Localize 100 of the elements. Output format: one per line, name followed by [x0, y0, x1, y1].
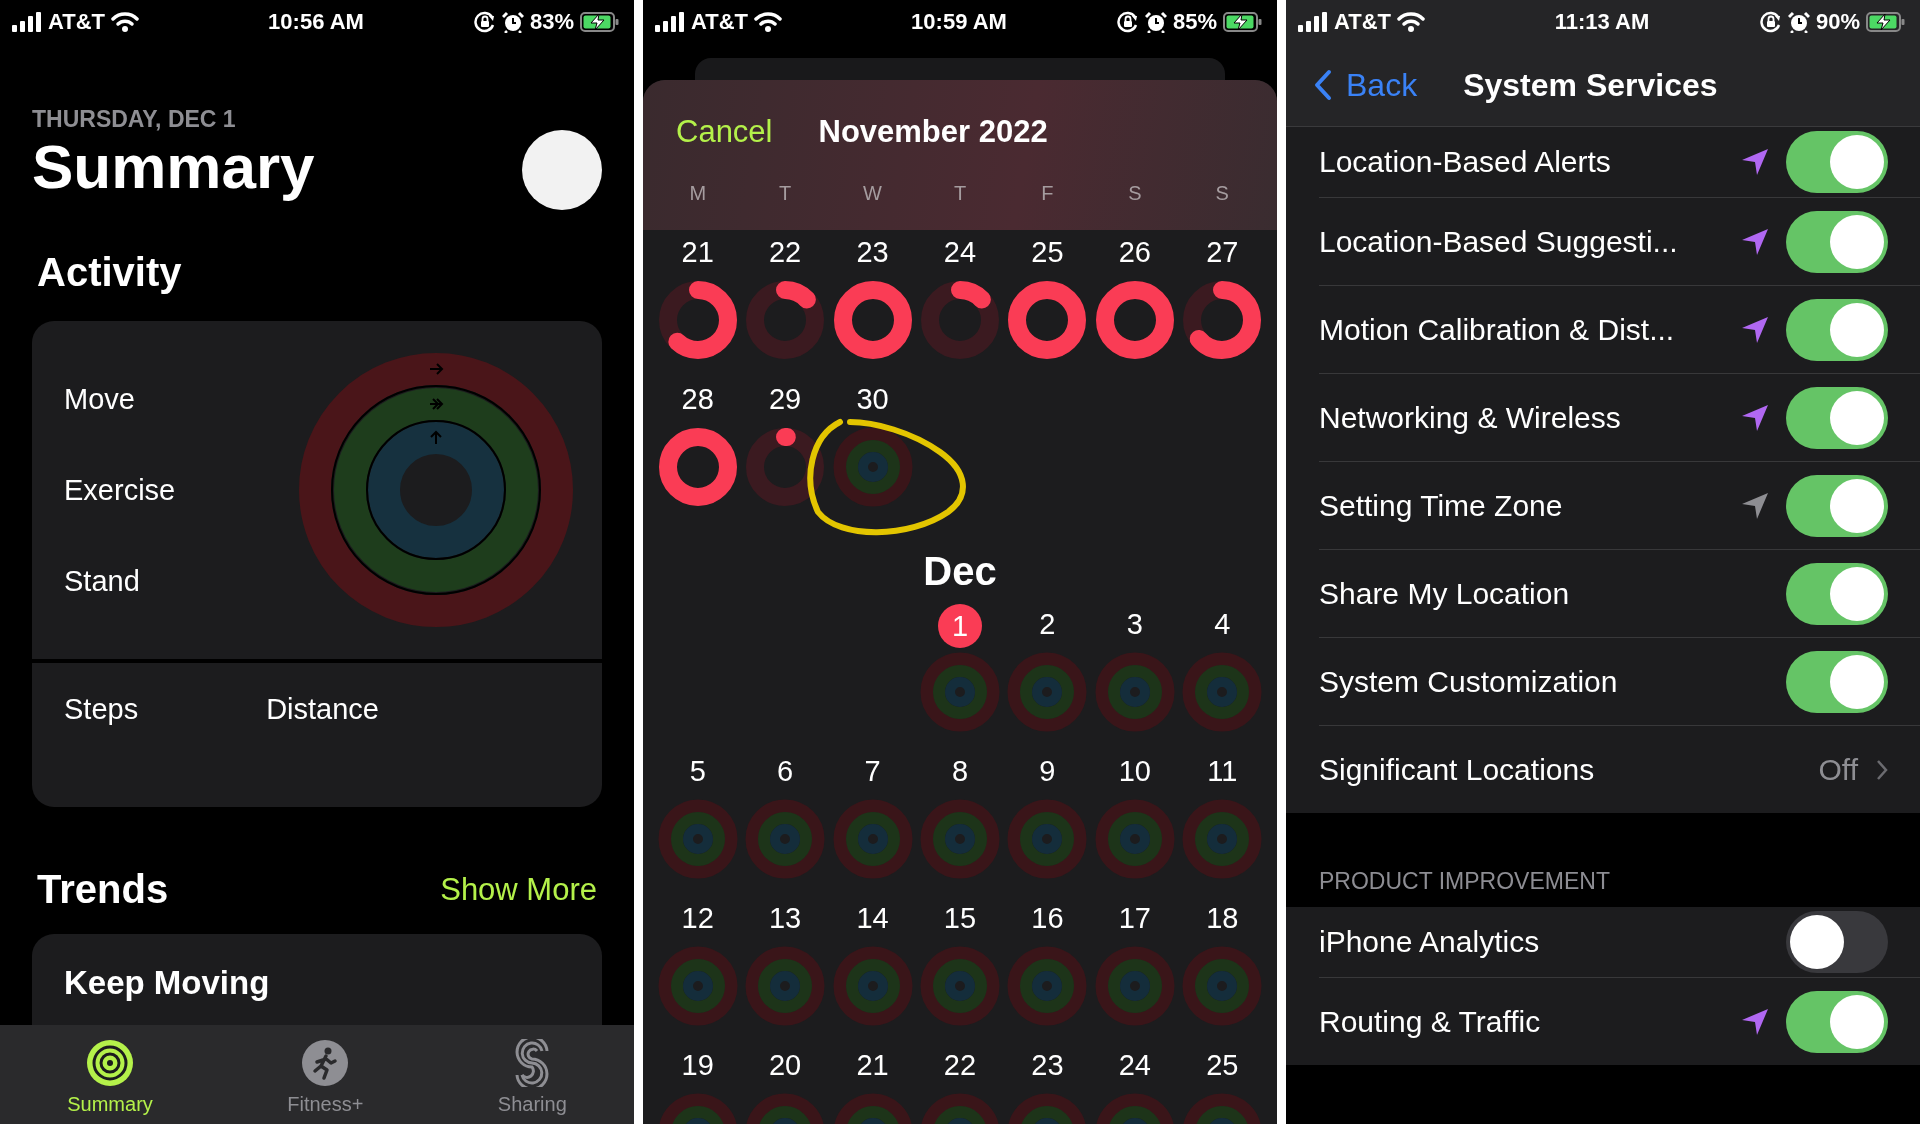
screen-title: System Services: [1463, 66, 1718, 104]
date-label: THURSDAY, DEC 1: [32, 106, 237, 133]
day-number[interactable]: 4: [1200, 604, 1245, 644]
day-number[interactable]: 14: [850, 898, 895, 938]
signal-icon: [655, 12, 685, 32]
move-ring-icon: [657, 280, 738, 360]
weekday-label: T: [953, 182, 967, 205]
day-number[interactable]: 24: [1112, 1045, 1157, 1085]
move-ring-icon: [920, 280, 1000, 360]
day-number[interactable]: 17: [1112, 898, 1157, 938]
day-number[interactable]: 20: [763, 1045, 808, 1085]
day-number[interactable]: 28: [675, 379, 720, 419]
section-heading: Trends: [37, 867, 169, 912]
activity-rings-icon: [1007, 799, 1088, 879]
rotation-lock-icon: [473, 11, 496, 33]
activity-rings-icon: [1182, 652, 1263, 732]
battery-charging-icon: [1223, 12, 1263, 32]
day-number[interactable]: 30: [850, 379, 895, 419]
chevron-right-icon: [1876, 758, 1888, 781]
move-ring-icon: [657, 427, 738, 507]
day-number[interactable]: 16: [1025, 898, 1070, 938]
activity-rings-icon: [1094, 652, 1175, 732]
activity-rings-icon: [920, 799, 1000, 879]
weekday-label: M: [689, 182, 707, 205]
day-number[interactable]: 23: [850, 232, 895, 272]
activity-rings-icon: [920, 652, 1000, 732]
alarm-clock-icon: [1144, 11, 1167, 33]
day-number[interactable]: 24: [938, 232, 982, 272]
back-chevron-icon: [1314, 69, 1332, 101]
carrier-name: AT&T: [691, 9, 749, 35]
activity-rings-icon: [745, 946, 826, 1026]
trend-title: Keep Moving: [64, 964, 270, 1001]
day-number[interactable]: 21: [675, 232, 720, 272]
day-number[interactable]: 19: [675, 1045, 720, 1085]
setting-label: iPhone Analytics: [1319, 925, 1541, 959]
weekday-label: T: [779, 182, 792, 205]
day-number[interactable]: 1: [938, 604, 982, 648]
rotation-lock-icon: [1759, 11, 1782, 33]
activity-rings-icon: [1094, 946, 1175, 1026]
move-ring-icon: [832, 280, 913, 360]
wifi-icon: [111, 12, 140, 32]
setting-label: System Customization: [1319, 664, 1619, 699]
day-number[interactable]: 10: [1112, 751, 1157, 791]
signal-icon: [1298, 12, 1328, 32]
day-number[interactable]: 13: [763, 898, 808, 938]
move-ring-icon: [745, 427, 826, 507]
day-number[interactable]: 2: [1025, 604, 1070, 644]
battery-percentage: 90%: [1815, 9, 1860, 35]
back-button[interactable]: Back: [1314, 66, 1418, 104]
day-number[interactable]: 18: [1200, 898, 1245, 938]
alarm-clock-icon: [1787, 11, 1810, 33]
day-number[interactable]: 23: [1025, 1045, 1070, 1085]
carrier-name: AT&T: [1334, 9, 1392, 35]
day-number[interactable]: 21: [850, 1045, 895, 1085]
day-number[interactable]: 6: [763, 751, 808, 791]
day-number[interactable]: 15: [938, 898, 982, 938]
activity-rings-icon: [1007, 946, 1088, 1026]
show-more-link[interactable]: Show More: [440, 871, 597, 908]
activity-rings-icon: [832, 946, 913, 1026]
day-number[interactable]: 29: [763, 379, 808, 419]
activity-card[interactable]: Move Exercise Stand: [32, 321, 602, 659]
month-label: Dec: [922, 549, 998, 594]
day-number[interactable]: 26: [1112, 232, 1157, 272]
weekday-label: S: [1128, 182, 1142, 205]
tab-bar-item[interactable]: Sharing: [477, 1025, 587, 1124]
weekday-label: S: [1215, 182, 1229, 205]
day-number[interactable]: 5: [675, 751, 720, 791]
weekday-label: W: [863, 182, 882, 205]
day-number[interactable]: 8: [938, 751, 982, 791]
activity-rings-icon: [1094, 799, 1175, 879]
day-number[interactable]: 22: [938, 1045, 982, 1085]
tab-bar-item[interactable]: Summary: [47, 1025, 173, 1124]
setting-label: Significant Locations: [1319, 752, 1596, 787]
day-number[interactable]: 22: [763, 232, 808, 272]
day-number[interactable]: 9: [1025, 751, 1070, 791]
day-number[interactable]: 12: [675, 898, 720, 938]
move-ring-icon: [745, 280, 826, 360]
battery-percentage: 85%: [1172, 9, 1217, 35]
stat-label: Steps: [64, 693, 139, 727]
day-number[interactable]: 25: [1200, 1045, 1245, 1085]
section-header: PRODUCT IMPROVEMENT: [1318, 867, 1611, 896]
day-number[interactable]: 25: [1025, 232, 1070, 272]
trend-card[interactable]: Keep Moving: [32, 934, 602, 1025]
wifi-icon: [1397, 12, 1426, 32]
section-heading: Activity: [37, 250, 183, 295]
day-number[interactable]: 7: [850, 751, 895, 791]
activity-rings-icon: [832, 799, 913, 879]
ring-label: Move: [64, 382, 136, 416]
tab-bar-item[interactable]: Fitness+: [267, 1025, 384, 1124]
status-time: 10:56 AM: [268, 9, 364, 35]
cancel-button[interactable]: Cancel: [676, 114, 773, 150]
setting-label: Location-Based Alerts: [1319, 145, 1612, 179]
day-number[interactable]: 27: [1200, 232, 1245, 272]
setting-label: Share My Location: [1319, 576, 1571, 611]
day-number[interactable]: 3: [1112, 604, 1157, 644]
month-title: November 2022: [818, 114, 1048, 150]
setting-label: Setting Time Zone: [1319, 488, 1564, 523]
day-number[interactable]: 11: [1200, 751, 1245, 791]
rotation-lock-icon: [1116, 11, 1139, 33]
stats-card[interactable]: Steps Distance: [32, 663, 602, 807]
